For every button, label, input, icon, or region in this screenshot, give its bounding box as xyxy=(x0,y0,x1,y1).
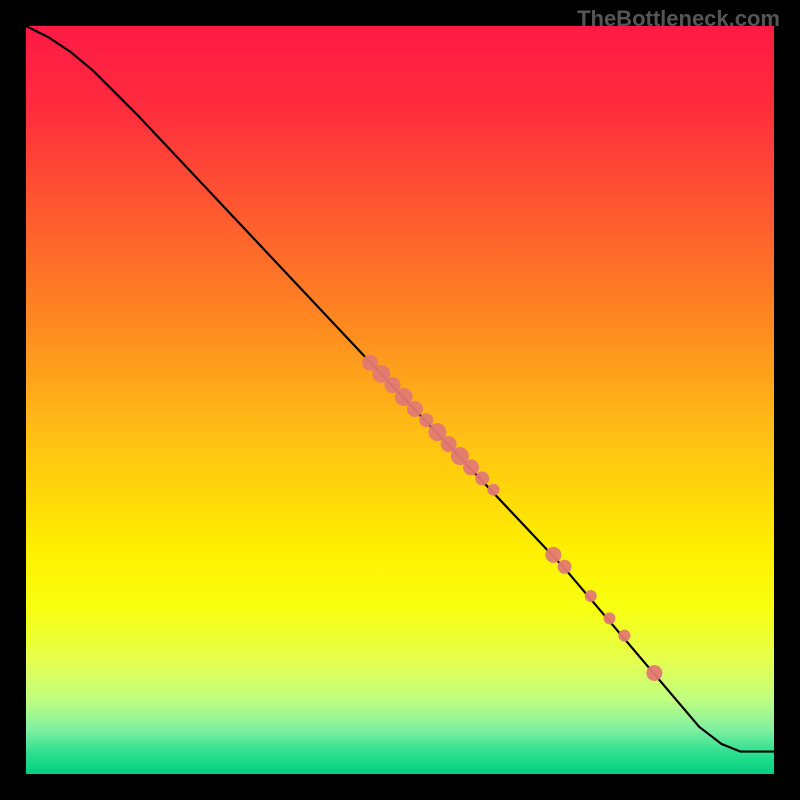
chart-marker xyxy=(475,472,489,486)
chart-svg xyxy=(26,26,774,774)
chart-marker xyxy=(618,630,630,642)
watermark-text: TheBottleneck.com xyxy=(577,6,780,32)
chart-marker xyxy=(585,590,597,602)
chart-marker xyxy=(407,401,423,417)
chart-marker xyxy=(646,665,662,681)
chart-marker xyxy=(558,560,572,574)
chart-plot-area xyxy=(26,26,774,774)
chart-marker xyxy=(488,484,500,496)
chart-marker xyxy=(603,612,615,624)
chart-marker xyxy=(463,459,479,475)
chart-marker xyxy=(545,547,561,563)
chart-marker xyxy=(419,413,433,427)
